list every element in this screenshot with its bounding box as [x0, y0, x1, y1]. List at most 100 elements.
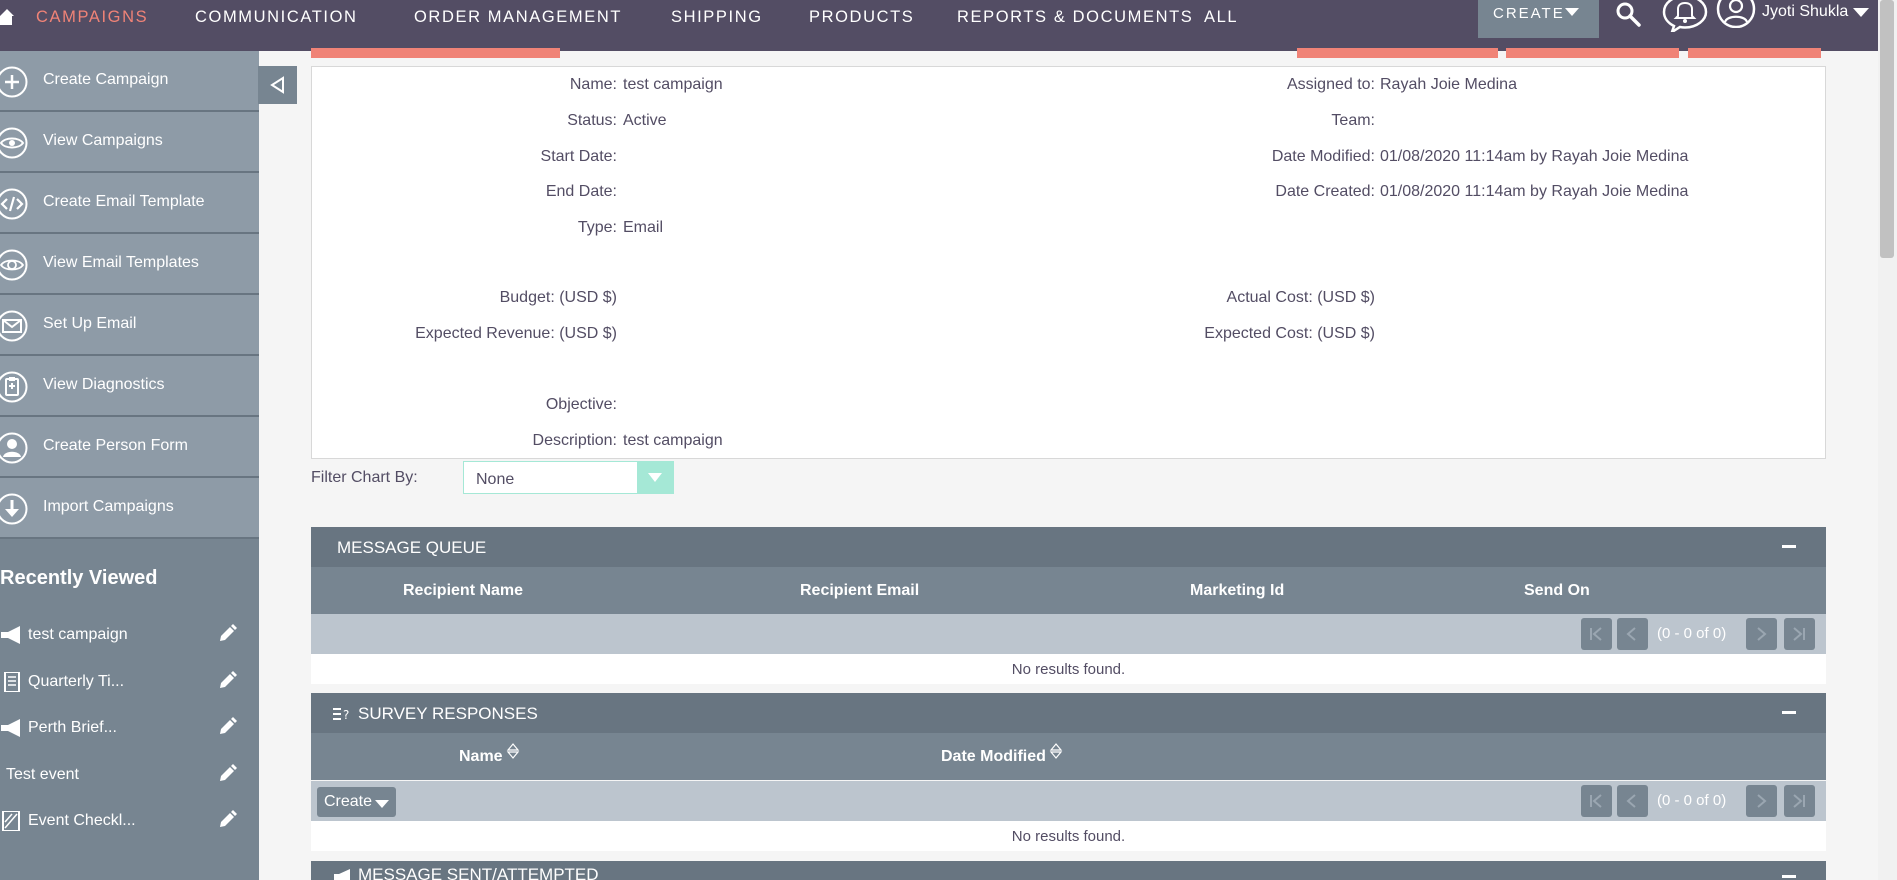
megaphone-icon [334, 869, 350, 880]
column-name[interactable]: Name [459, 748, 503, 766]
recent-item-test-campaign[interactable]: test campaign [0, 622, 259, 652]
sidebar-item-create-campaign[interactable]: Create Campaign [0, 51, 259, 112]
sidebar-item-label: Set Up Email [43, 315, 137, 332]
field-label-assigned-to: Assigned to: [1286, 76, 1375, 93]
recently-viewed-heading: Recently Viewed [0, 567, 158, 589]
field-value-date-modified: 01/08/2020 11:14am by Rayah Joie Medina [1380, 148, 1689, 165]
pencil-edit-icon[interactable] [217, 810, 237, 830]
message-sent-header[interactable]: MESSAGE SENT/ATTEMPTED [311, 861, 1826, 880]
column-recipient-email[interactable]: Recipient Email [800, 582, 919, 600]
eye-circle-icon [0, 249, 28, 281]
survey-responses-title: SURVEY RESPONSES [358, 704, 538, 723]
sidebar-item-import-campaigns[interactable]: Import Campaigns [0, 478, 259, 539]
next-page-button[interactable] [1746, 618, 1777, 650]
nav-communication[interactable]: COMMUNICATION [195, 8, 358, 27]
sidebar-item-set-up-email[interactable]: Set Up Email [0, 295, 259, 356]
sidebar-item-view-campaigns[interactable]: View Campaigns [0, 112, 259, 173]
action-button-top-3[interactable] [1688, 48, 1821, 58]
first-page-button[interactable] [1581, 618, 1612, 650]
sidebar-item-create-person-form[interactable]: Create Person Form [0, 417, 259, 478]
filter-chart-select[interactable]: None [463, 461, 674, 494]
collapse-minus-icon[interactable] [1782, 711, 1796, 714]
next-page-button[interactable] [1746, 785, 1777, 817]
field-label-date-modified: Date Modified: [1271, 148, 1375, 165]
sort-icon[interactable] [506, 743, 520, 759]
message-queue-header[interactable]: MESSAGE QUEUE [311, 527, 1826, 567]
sidebar-item-view-diagnostics[interactable]: View Diagnostics [0, 356, 259, 417]
nav-campaigns[interactable]: CAMPAIGNS [36, 8, 148, 27]
recent-item-event-checklist[interactable]: Event Checkl... [0, 808, 259, 838]
action-button-top-1[interactable] [1297, 48, 1498, 58]
chevron-down-icon [375, 800, 389, 808]
last-page-button[interactable] [1784, 785, 1815, 817]
last-page-button[interactable] [1784, 618, 1815, 650]
column-date-modified[interactable]: Date Modified [941, 748, 1046, 766]
field-value-type[interactable]: Email [623, 219, 663, 237]
field-label-actual-cost: Actual Cost: (USD $) [1226, 289, 1375, 306]
nav-all[interactable]: ALL [1204, 8, 1238, 27]
triangle-left-icon [270, 76, 284, 94]
nav-products[interactable]: PRODUCTS [809, 8, 914, 27]
survey-responses-empty-row: No results found. [311, 821, 1826, 851]
sort-icon[interactable] [1049, 743, 1063, 759]
field-label-budget: Budget: (USD $) [499, 289, 617, 306]
pencil-edit-icon[interactable] [217, 624, 237, 644]
field-value-assigned-to[interactable]: Rayah Joie Medina [1380, 76, 1517, 94]
pencil-edit-icon[interactable] [217, 671, 237, 691]
column-recipient-name[interactable]: Recipient Name [403, 582, 523, 600]
sidebar-item-label: Import Campaigns [43, 498, 174, 515]
sidebar: Create Campaign View Campaigns Create Em… [0, 51, 259, 880]
recent-item-test-event[interactable]: Test event [0, 762, 259, 792]
pencil-edit-icon[interactable] [217, 717, 237, 737]
field-value-status[interactable]: Active [623, 112, 667, 130]
nav-order-management[interactable]: ORDER MANAGEMENT [414, 8, 622, 27]
filter-chart-label: Filter Chart By: [311, 469, 418, 486]
field-label-expected-cost: Expected Cost: (USD $) [1204, 325, 1375, 342]
campaign-detail-panel: Name: test campaign Status: Active Start… [311, 66, 1826, 459]
nav-shipping[interactable]: SHIPPING [671, 8, 763, 27]
clipboard-icon [0, 371, 28, 403]
field-label-expected-revenue: Expected Revenue: (USD $) [415, 325, 617, 342]
page-scrollbar-thumb[interactable] [1880, 0, 1894, 258]
pencil-edit-icon[interactable] [217, 764, 237, 784]
action-button-top-left[interactable] [311, 48, 560, 58]
user-menu-chevron-icon[interactable] [1853, 8, 1869, 17]
previous-page-button[interactable] [1617, 618, 1648, 650]
sidebar-item-view-email-templates[interactable]: View Email Templates [0, 234, 259, 295]
chevron-left-icon [1626, 794, 1636, 808]
user-avatar-icon[interactable] [1714, 0, 1758, 28]
recent-item-perth-brief[interactable]: Perth Brief... [0, 715, 259, 745]
survey-responses-header[interactable]: ? SURVEY RESPONSES [311, 693, 1826, 733]
last-page-icon [1793, 627, 1805, 641]
home-icon[interactable] [0, 7, 14, 25]
message-queue-pagination: (0 - 0 of 0) [311, 614, 1826, 654]
pagination-count: (0 - 0 of 0) [1657, 792, 1727, 809]
recent-item-quarterly[interactable]: Quarterly Ti... [0, 669, 259, 699]
first-page-button[interactable] [1581, 785, 1612, 817]
megaphone-icon [1, 719, 20, 737]
notifications-bell-icon[interactable] [1660, 0, 1710, 32]
no-results-text: No results found. [1011, 661, 1126, 678]
sidebar-item-create-email-template[interactable]: Create Email Template [0, 173, 259, 234]
field-value-name[interactable]: test campaign [623, 76, 723, 94]
search-icon[interactable] [1614, 0, 1642, 28]
create-menu-button[interactable]: CREATE [1478, 0, 1599, 38]
collapse-sidebar-button[interactable] [258, 66, 297, 104]
user-name[interactable]: Jyoti Shukla [1762, 3, 1848, 21]
column-marketing-id[interactable]: Marketing Id [1190, 582, 1284, 600]
previous-page-button[interactable] [1617, 785, 1648, 817]
action-button-top-2[interactable] [1506, 48, 1679, 58]
survey-create-button[interactable]: Create [317, 787, 396, 817]
message-sent-title: MESSAGE SENT/ATTEMPTED [358, 865, 599, 880]
recent-item-label: test campaign [28, 626, 128, 643]
field-value-description[interactable]: test campaign [623, 432, 723, 450]
filter-dropdown-button[interactable] [637, 462, 673, 493]
sidebar-item-label: Create Person Form [43, 437, 188, 454]
nav-reports-documents[interactable]: REPORTS & DOCUMENTS [957, 8, 1193, 27]
first-page-icon [1590, 794, 1602, 808]
collapse-minus-icon[interactable] [1782, 545, 1796, 548]
collapse-minus-icon[interactable] [1782, 875, 1796, 878]
envelope-icon [0, 310, 28, 342]
column-send-on[interactable]: Send On [1524, 582, 1590, 600]
megaphone-icon [1, 626, 20, 644]
